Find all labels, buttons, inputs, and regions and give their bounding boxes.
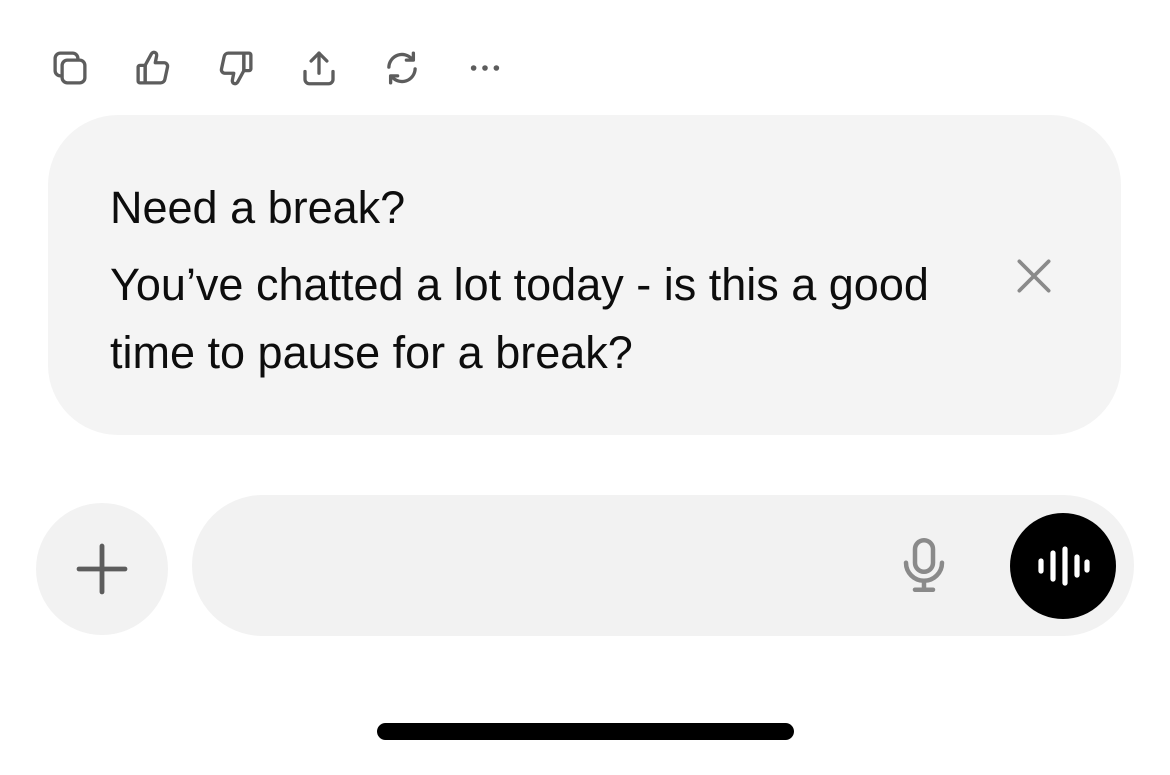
refresh-icon: [387, 51, 417, 85]
share-button[interactable]: [291, 40, 347, 96]
add-attachment-button[interactable]: [36, 503, 168, 635]
message-composer: [192, 495, 1134, 636]
microphone-icon: [903, 538, 945, 592]
thumbs-down-button[interactable]: [208, 40, 264, 96]
dictation-button[interactable]: [892, 533, 956, 597]
plus-icon: [76, 543, 128, 595]
break-reminder-card: Need a break? You’ve chatted a lot today…: [48, 115, 1121, 435]
share-icon: [303, 51, 335, 86]
dismiss-reminder-button[interactable]: [1008, 250, 1060, 302]
message-input[interactable]: [232, 535, 876, 597]
regenerate-button[interactable]: [374, 40, 430, 96]
more-options-button[interactable]: [457, 40, 513, 96]
thumbs-up-icon: [136, 50, 170, 85]
thumbs-up-button[interactable]: [125, 40, 181, 96]
copy-icon: [53, 51, 87, 85]
chat-screen: Need a break? You’ve chatted a lot today…: [0, 0, 1170, 775]
more-icon: [470, 65, 500, 71]
close-icon: [1017, 259, 1051, 293]
voice-waveform-icon: [1038, 546, 1090, 586]
message-actions-toolbar: [42, 40, 513, 96]
home-indicator[interactable]: [377, 723, 794, 740]
break-reminder-title: Need a break?: [110, 182, 406, 233]
break-reminder-message: You’ve chatted a lot today - is this a g…: [110, 259, 929, 378]
copy-button[interactable]: [42, 40, 98, 96]
thumbs-down-icon: [219, 51, 253, 86]
voice-mode-button[interactable]: [1010, 513, 1116, 619]
